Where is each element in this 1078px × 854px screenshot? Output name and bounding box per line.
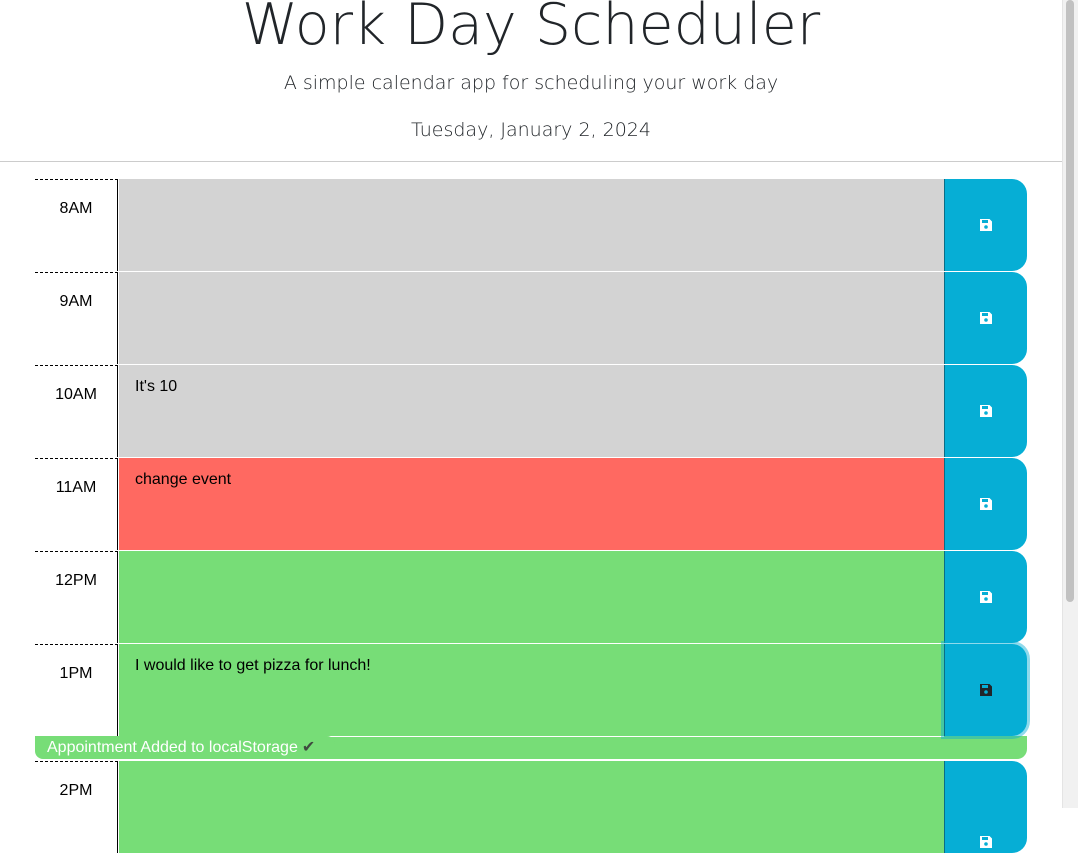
hour-label: 10AM (35, 365, 118, 457)
page-subtitle: A simple calendar app for scheduling you… (283, 72, 779, 94)
event-description[interactable] (119, 179, 944, 272)
timeblock-12pm: 12PM (35, 551, 1027, 644)
timeblock-8am: 8AM (35, 179, 1027, 272)
event-description[interactable]: change event (119, 458, 944, 551)
scrollbar-thumb[interactable] (1066, 0, 1074, 602)
hour-label: 11AM (35, 458, 118, 550)
toast-message: Appointment Added to localStorage (47, 739, 298, 756)
floppy-disk-icon (980, 591, 992, 603)
event-description[interactable]: I would like to get pizza for lunch! (119, 644, 944, 737)
timeblock-10am: 10AM It's 10 (35, 365, 1027, 458)
current-day: Tuesday, January 2, 2024 (411, 119, 651, 141)
hour-label: 8AM (35, 179, 118, 271)
floppy-disk-icon (980, 498, 992, 510)
floppy-disk-icon (980, 405, 992, 417)
hour-label: 9AM (35, 272, 118, 364)
hour-label: 2PM (35, 761, 118, 853)
save-button[interactable] (944, 458, 1027, 550)
event-description[interactable] (119, 551, 944, 644)
floppy-disk-icon (980, 684, 992, 696)
hour-label: 1PM (35, 644, 118, 736)
save-button[interactable] (944, 551, 1027, 643)
page-title: Work Day Scheduler (241, 0, 821, 58)
timeblock-11am: 11AM change event (35, 458, 1027, 551)
timeblock-1pm: 1PM I would like to get pizza for lunch! (35, 644, 1027, 737)
save-button[interactable] (944, 761, 1027, 853)
event-description[interactable]: It's 10 (119, 365, 944, 458)
save-button[interactable] (944, 179, 1027, 271)
hour-label: 12PM (35, 551, 118, 643)
save-button[interactable] (944, 365, 1027, 457)
header: Work Day Scheduler A simple calendar app… (0, 0, 1062, 162)
toast-notification: Appointment Added to localStorage ✔ (35, 736, 335, 759)
save-button[interactable] (944, 272, 1027, 364)
save-button[interactable] (944, 644, 1027, 736)
floppy-disk-icon (980, 836, 992, 848)
checkmark-icon: ✔ (301, 739, 316, 756)
floppy-disk-icon (980, 312, 992, 324)
timeblock-9am: 9AM (35, 272, 1027, 365)
vertical-scrollbar[interactable] (1062, 0, 1078, 808)
floppy-disk-icon (980, 219, 992, 231)
event-description[interactable] (119, 272, 944, 365)
